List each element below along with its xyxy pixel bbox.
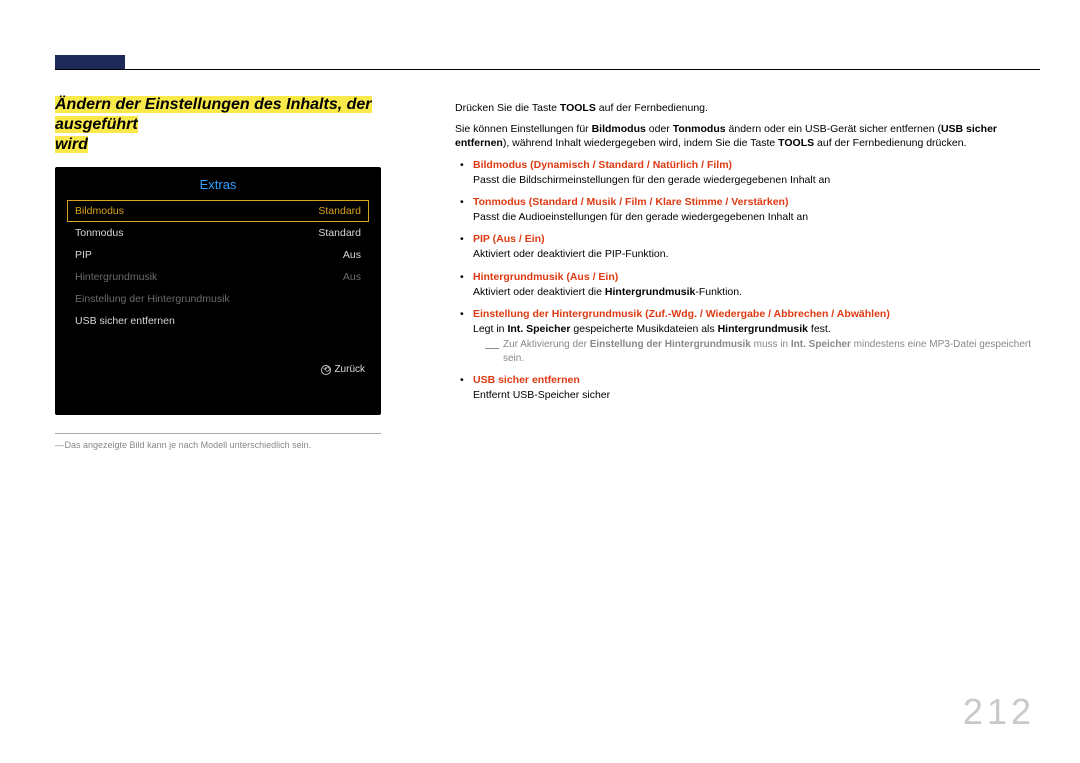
- tv-row-value: Aus: [343, 271, 361, 283]
- tv-screenshot: Extras Bildmodus Standard Tonmodus Stand…: [55, 167, 381, 415]
- header-accent: [55, 55, 125, 69]
- left-column: Ändern der Einstellungen des Inhalts, de…: [55, 95, 435, 450]
- header-rule: [55, 69, 1040, 70]
- item-einstellung-hgmusik: Einstellung der Hintergrundmusik (Zuf.-W…: [473, 307, 1035, 365]
- tv-menu-rows: Bildmodus Standard Tonmodus Standard PIP…: [55, 200, 381, 332]
- item-pip: PIP (Aus / Ein) Aktiviert oder deaktivie…: [473, 232, 1035, 261]
- item-heading: Bildmodus (Dynamisch / Standard / Natürl…: [473, 158, 1035, 172]
- item-description: Passt die Bildschirmeinstellungen für de…: [473, 173, 1035, 187]
- tv-row-einstellung-hgmusik: Einstellung der Hintergrundmusik: [67, 288, 369, 310]
- item-heading: Tonmodus (Standard / Musik / Film / Klar…: [473, 195, 1035, 209]
- tv-row-bildmodus: Bildmodus Standard: [67, 200, 369, 222]
- tv-menu-title: Extras: [55, 167, 381, 200]
- intro-text-1: Drücken Sie die Taste TOOLS auf der Fern…: [455, 101, 1035, 115]
- item-note: Zur Aktivierung der Einstellung der Hint…: [473, 338, 1035, 365]
- item-tonmodus: Tonmodus (Standard / Musik / Film / Klar…: [473, 195, 1035, 224]
- tv-row-value: Standard: [318, 205, 361, 217]
- item-heading: PIP (Aus / Ein): [473, 232, 1035, 246]
- page-title-line1: Ändern der Einstellungen des Inhalts, de…: [55, 96, 372, 133]
- return-icon: ⟲: [321, 365, 331, 375]
- item-heading: Hintergrundmusik (Aus / Ein): [473, 270, 1035, 284]
- item-usb-entfernen: USB sicher entfernen Entfernt USB-Speich…: [473, 373, 1035, 402]
- tv-row-label: PIP: [75, 249, 92, 261]
- item-description: Aktiviert oder deaktiviert die PIP-Funkt…: [473, 247, 1035, 261]
- settings-list: Bildmodus (Dynamisch / Standard / Natürl…: [455, 158, 1035, 403]
- tv-row-tonmodus: Tonmodus Standard: [67, 222, 369, 244]
- page-title: Ändern der Einstellungen des Inhalts, de…: [55, 95, 435, 155]
- item-description: Aktiviert oder deaktiviert die Hintergru…: [473, 285, 1035, 299]
- tv-row-label: Einstellung der Hintergrundmusik: [75, 293, 230, 305]
- tv-row-usb-entfernen: USB sicher entfernen: [67, 310, 369, 332]
- caption-separator: [55, 433, 381, 434]
- item-description: Legt in Int. Speicher gespeicherte Musik…: [473, 322, 1035, 336]
- tv-row-label: USB sicher entfernen: [75, 315, 175, 327]
- item-bildmodus: Bildmodus (Dynamisch / Standard / Natürl…: [473, 158, 1035, 187]
- screenshot-caption: Das angezeigte Bild kann je nach Modell …: [55, 440, 381, 450]
- tv-row-value: Standard: [318, 227, 361, 239]
- item-description: Passt die Audioeinstellungen für den ger…: [473, 210, 1035, 224]
- tv-row-label: Tonmodus: [75, 227, 123, 239]
- tv-back-hint: ⟲Zurück: [55, 332, 381, 375]
- item-heading: USB sicher entfernen: [473, 373, 1035, 387]
- page-title-line2: wird: [55, 136, 88, 153]
- item-hintergrundmusik: Hintergrundmusik (Aus / Ein) Aktiviert o…: [473, 270, 1035, 299]
- tv-row-value: Aus: [343, 249, 361, 261]
- item-heading: Einstellung der Hintergrundmusik (Zuf.-W…: [473, 307, 1035, 321]
- tv-row-hintergrundmusik: Hintergrundmusik Aus: [67, 266, 369, 288]
- right-column: Drücken Sie die Taste TOOLS auf der Fern…: [455, 101, 1035, 411]
- tv-back-label: Zurück: [334, 364, 365, 375]
- item-description: Entfernt USB-Speicher sicher: [473, 388, 1035, 402]
- intro-text-2: Sie können Einstellungen für Bildmodus o…: [455, 122, 1035, 150]
- tv-row-label: Bildmodus: [75, 205, 124, 217]
- page-number: 212: [963, 691, 1035, 733]
- tv-row-pip: PIP Aus: [67, 244, 369, 266]
- tv-row-label: Hintergrundmusik: [75, 271, 157, 283]
